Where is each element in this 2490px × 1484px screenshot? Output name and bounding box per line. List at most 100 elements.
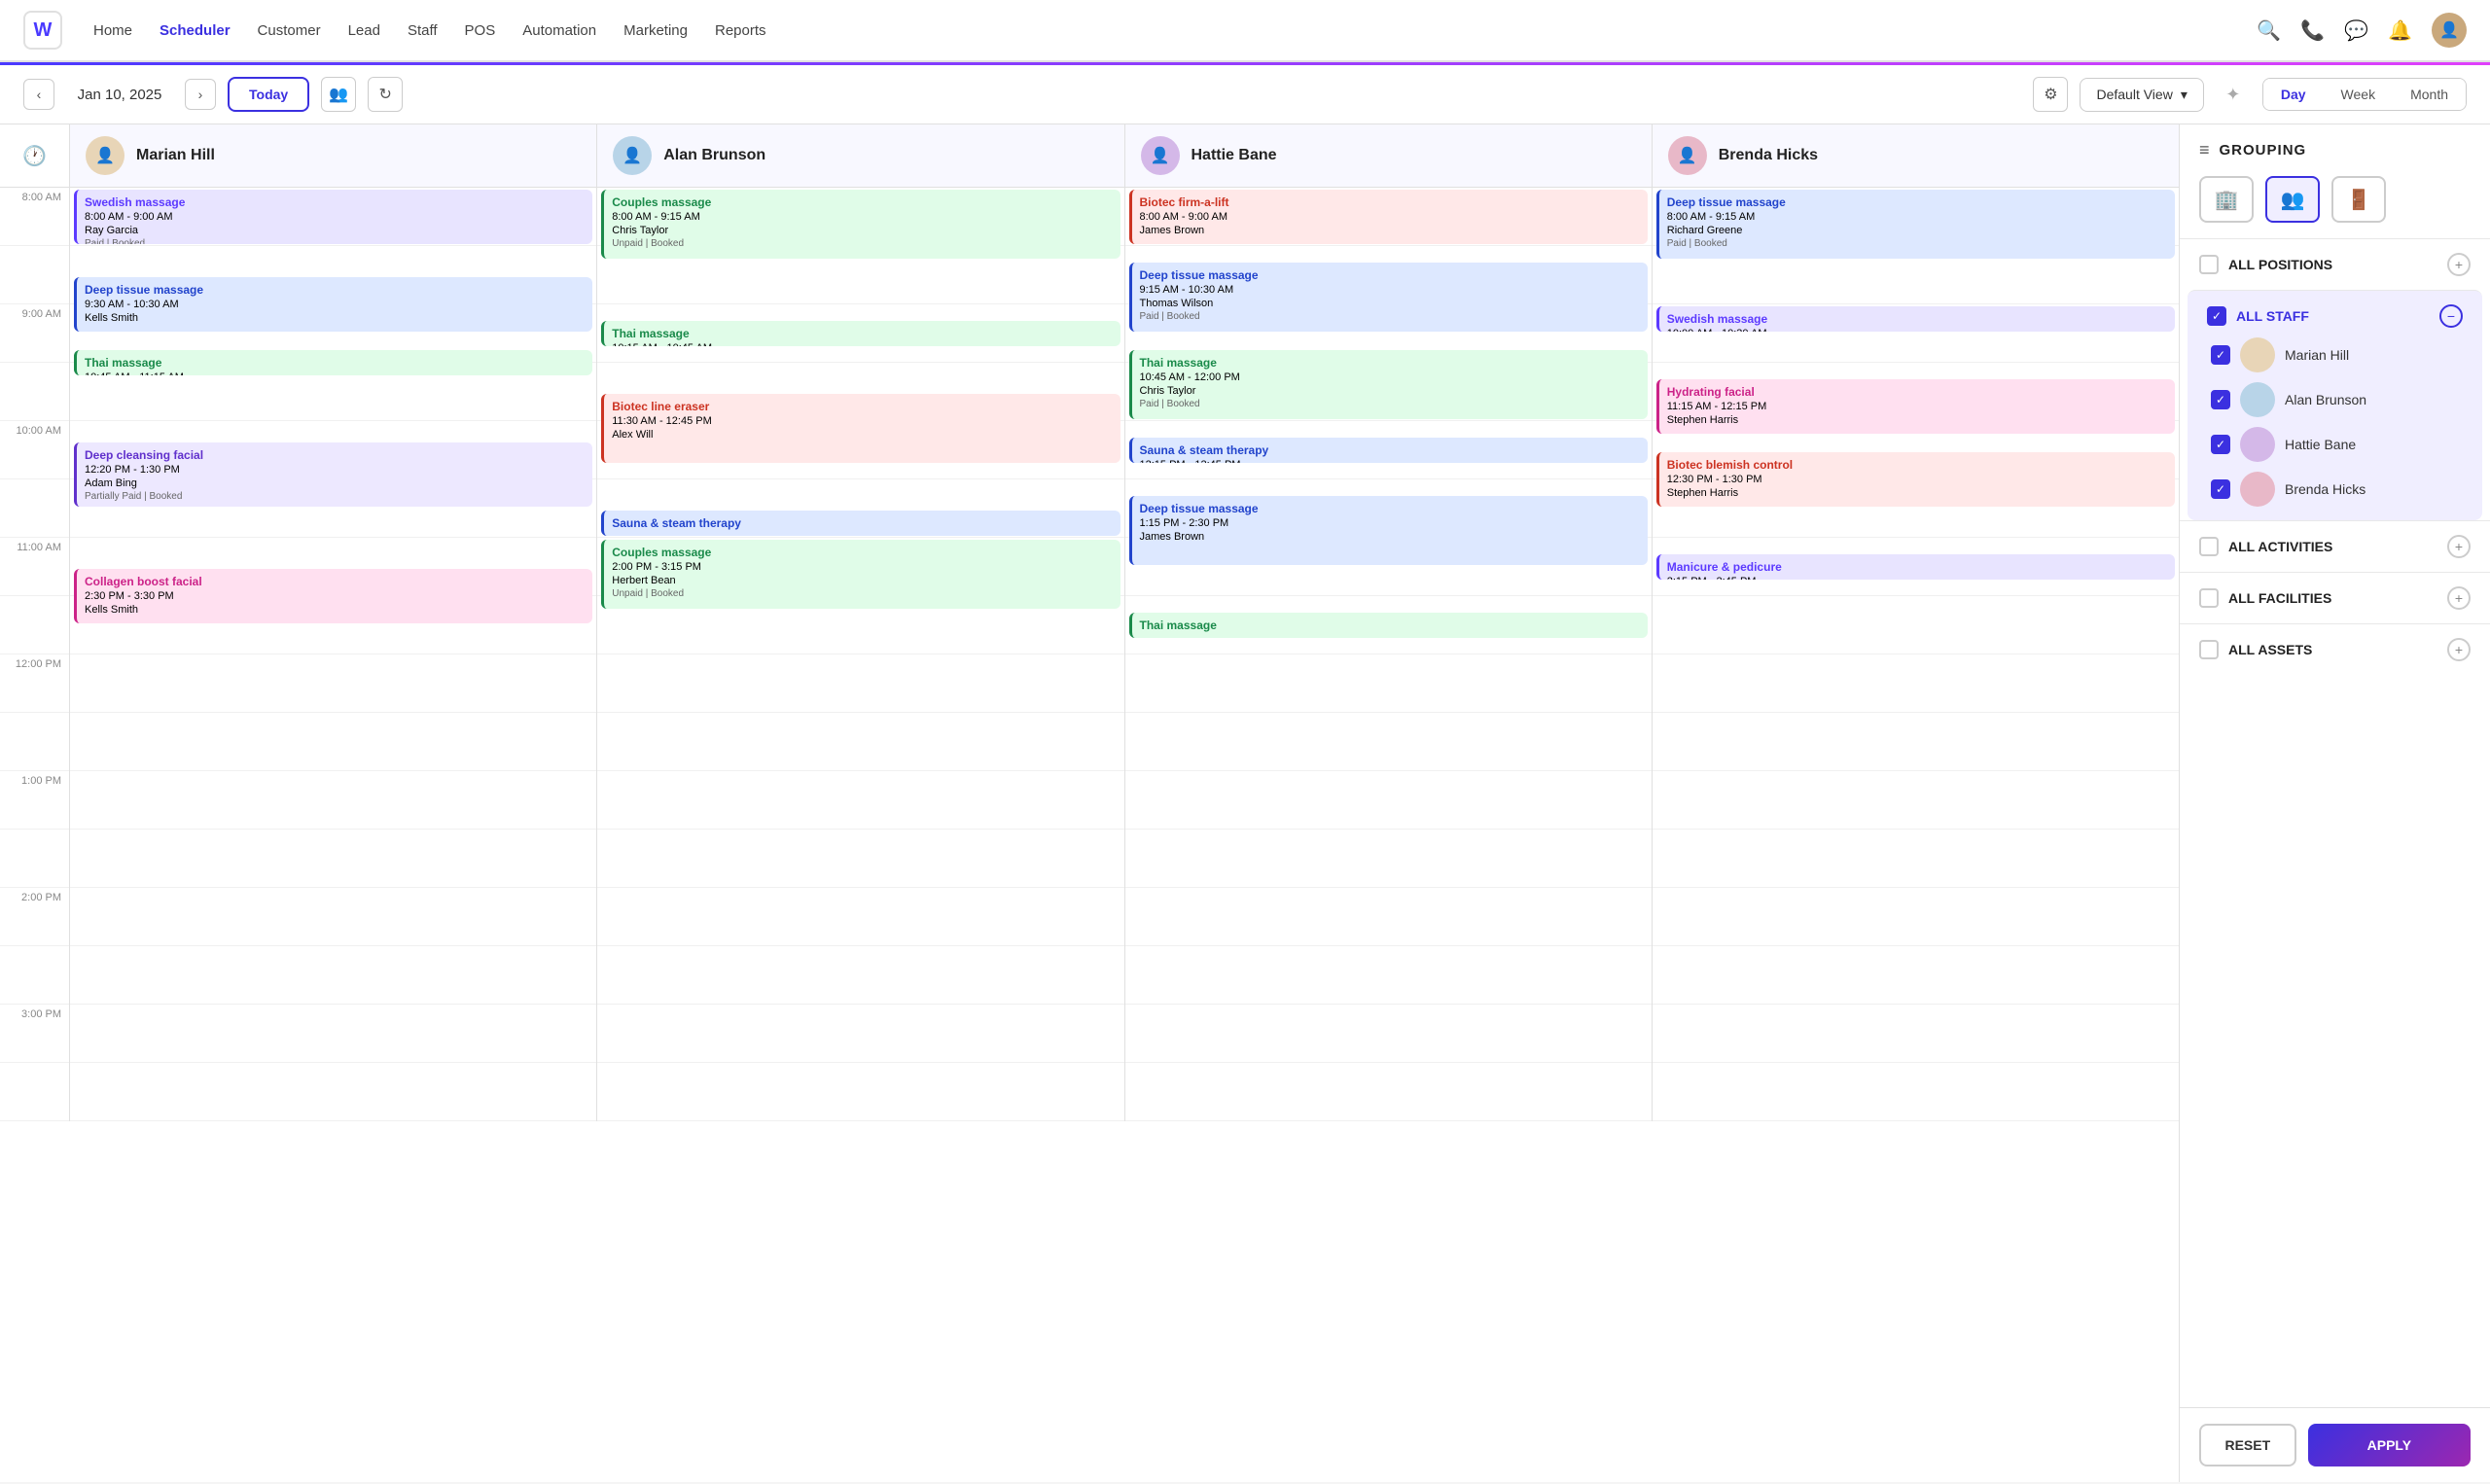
schedule-col-hattie: Biotec firm-a-lift8:00 AM - 9:00 AMJames… — [1125, 188, 1653, 1121]
all-staff-checkbox[interactable]: ✓ — [2207, 306, 2226, 326]
time-slot: 11:00 AM — [0, 538, 69, 596]
appointment-client: Richard Greene — [1667, 225, 2167, 236]
appointment-time: 1:15 PM - 2:30 PM — [1140, 517, 1640, 529]
all-positions-add-button[interactable]: + — [2447, 253, 2471, 276]
appointment-time: 10:45 AM - 11:15 AM — [85, 371, 585, 375]
user-avatar[interactable]: 👤 — [2432, 13, 2467, 48]
appointment-time: 10:15 AM - 10:45 AM — [612, 342, 1112, 346]
appointment-client: Chris Taylor — [612, 225, 1112, 236]
appointment-alan-1[interactable]: Thai massage10:15 AM - 10:45 AM — [601, 321, 1120, 346]
appointment-hattie-2[interactable]: Thai massage10:45 AM - 12:00 PMChris Tay… — [1129, 350, 1648, 419]
today-button[interactable]: Today — [228, 77, 309, 112]
appointment-brenda-2[interactable]: Hydrating facial11:15 AM - 12:15 PMSteph… — [1656, 379, 2175, 434]
appointment-alan-4[interactable]: Couples massage2:00 PM - 3:15 PMHerbert … — [601, 540, 1120, 609]
all-activities-label: ALL ACTIVITIES — [2228, 539, 2332, 554]
nav-customer[interactable]: Customer — [258, 22, 321, 39]
staff-item-name-hattie: Hattie Bane — [2285, 437, 2356, 452]
appointment-title: Hydrating facial — [1667, 385, 2167, 399]
view-select-dropdown[interactable]: Default View ▾ — [2080, 78, 2203, 112]
nav-lead[interactable]: Lead — [348, 22, 380, 39]
appointment-client: Chris Taylor — [1140, 385, 1640, 397]
schedule-slot — [1125, 946, 1652, 1005]
appointment-marian-2[interactable]: Thai massage10:45 AM - 11:15 AM — [74, 350, 592, 375]
view-select-label: Default View — [2096, 87, 2172, 102]
phone-icon[interactable]: 📞 — [2300, 18, 2325, 43]
nav-reports[interactable]: Reports — [715, 22, 766, 39]
nav-marketing[interactable]: Marketing — [623, 22, 688, 39]
view-month-button[interactable]: Month — [2393, 79, 2466, 110]
appointment-title: Deep tissue massage — [85, 283, 585, 297]
appointment-alan-2[interactable]: Biotec line eraser11:30 AM - 12:45 PMAle… — [601, 394, 1120, 463]
reset-button[interactable]: RESET — [2199, 1424, 2296, 1466]
filter-icon-button[interactable]: ⚙ — [2033, 77, 2068, 112]
all-positions-checkbox[interactable] — [2199, 255, 2219, 274]
appointment-status: Paid | Booked — [1667, 238, 2167, 249]
appointment-title: Sauna & steam therapy — [1140, 443, 1640, 457]
refresh-button[interactable]: ↻ — [368, 77, 403, 112]
nav-home[interactable]: Home — [93, 22, 132, 39]
appointment-marian-3[interactable]: Deep cleansing facial12:20 PM - 1:30 PMA… — [74, 442, 592, 507]
all-facilities-checkbox[interactable] — [2199, 588, 2219, 608]
appointment-brenda-0[interactable]: Deep tissue massage8:00 AM - 9:15 AMRich… — [1656, 190, 2175, 259]
time-slot — [0, 479, 69, 538]
favorite-button[interactable]: ✦ — [2216, 77, 2251, 112]
time-slot — [0, 830, 69, 888]
time-slot — [0, 246, 69, 304]
appointment-time: 10:45 AM - 12:00 PM — [1140, 371, 1640, 383]
next-date-button[interactable]: › — [185, 79, 216, 110]
time-slot: 10:00 AM — [0, 421, 69, 479]
appointment-hattie-1[interactable]: Deep tissue massage9:15 AM - 10:30 AMTho… — [1129, 263, 1648, 332]
appointment-hattie-4[interactable]: Deep tissue massage1:15 PM - 2:30 PMJame… — [1129, 496, 1648, 565]
staff-alan-checkbox[interactable]: ✓ — [2211, 390, 2230, 409]
time-slot — [0, 596, 69, 654]
appointment-hattie-5[interactable]: Thai massage — [1129, 613, 1648, 638]
current-date: Jan 10, 2025 — [66, 87, 173, 103]
appointment-client: James Brown — [1140, 225, 1640, 236]
appointment-brenda-3[interactable]: Biotec blemish control12:30 PM - 1:30 PM… — [1656, 452, 2175, 507]
view-day-button[interactable]: Day — [2263, 79, 2324, 110]
sidebar-footer: RESET APPLY — [2180, 1407, 2490, 1482]
nav-automation[interactable]: Automation — [522, 22, 596, 39]
group-by-building-button[interactable]: 🏢 — [2199, 176, 2254, 223]
appointment-brenda-4[interactable]: Manicure & pedicure2:15 PM - 2:45 PM — [1656, 554, 2175, 580]
nav-staff[interactable]: Staff — [408, 22, 438, 39]
schedule-slot — [70, 654, 596, 713]
all-activities-add-button[interactable]: + — [2447, 535, 2471, 558]
apply-button[interactable]: APPLY — [2308, 1424, 2471, 1466]
appointment-alan-3[interactable]: Sauna & steam therapy — [601, 511, 1120, 536]
appointment-marian-0[interactable]: Swedish massage8:00 AM - 9:00 AMRay Garc… — [74, 190, 592, 244]
group-by-staff-button[interactable]: 👥 — [2265, 176, 2320, 223]
all-assets-add-button[interactable]: + — [2447, 638, 2471, 661]
nav-scheduler[interactable]: Scheduler — [160, 22, 231, 39]
sidebar-header: ≡ GROUPING — [2180, 124, 2490, 176]
staff-filter-button[interactable]: 👥 — [321, 77, 356, 112]
schedule-slot — [1653, 596, 2179, 654]
appointment-time: 10:00 AM - 10:30 AM — [1667, 328, 2167, 332]
nav-pos[interactable]: POS — [465, 22, 496, 39]
appointment-title: Deep tissue massage — [1667, 195, 2167, 209]
appointment-hattie-0[interactable]: Biotec firm-a-lift8:00 AM - 9:00 AMJames… — [1129, 190, 1648, 244]
view-week-button[interactable]: Week — [2324, 79, 2394, 110]
all-assets-checkbox[interactable] — [2199, 640, 2219, 659]
appointment-brenda-1[interactable]: Swedish massage10:00 AM - 10:30 AM — [1656, 306, 2175, 332]
whatsapp-icon[interactable]: 💬 — [2344, 18, 2368, 43]
grouping-icon: ≡ — [2199, 140, 2210, 160]
appointment-hattie-3[interactable]: Sauna & steam therapy12:15 PM - 12:45 PM — [1129, 438, 1648, 463]
schedule-slot — [70, 1063, 596, 1121]
search-icon[interactable]: 🔍 — [2257, 18, 2281, 43]
staff-marian-checkbox[interactable]: ✓ — [2211, 345, 2230, 365]
appointment-alan-0[interactable]: Couples massage8:00 AM - 9:15 AMChris Ta… — [601, 190, 1120, 259]
prev-date-button[interactable]: ‹ — [23, 79, 54, 110]
all-facilities-add-button[interactable]: + — [2447, 586, 2471, 610]
group-by-room-button[interactable]: 🚪 — [2331, 176, 2386, 223]
schedule-slot — [597, 713, 1123, 771]
all-activities-checkbox[interactable] — [2199, 537, 2219, 556]
staff-hattie-checkbox[interactable]: ✓ — [2211, 435, 2230, 454]
notification-icon[interactable]: 🔔 — [2388, 18, 2412, 43]
appointment-marian-4[interactable]: Collagen boost facial2:30 PM - 3:30 PMKe… — [74, 569, 592, 623]
appointment-title: Thai massage — [85, 356, 585, 370]
staff-brenda-checkbox[interactable]: ✓ — [2211, 479, 2230, 499]
all-staff-collapse-button[interactable]: − — [2439, 304, 2463, 328]
time-slot: 3:00 PM — [0, 1005, 69, 1063]
appointment-marian-1[interactable]: Deep tissue massage9:30 AM - 10:30 AMKel… — [74, 277, 592, 332]
